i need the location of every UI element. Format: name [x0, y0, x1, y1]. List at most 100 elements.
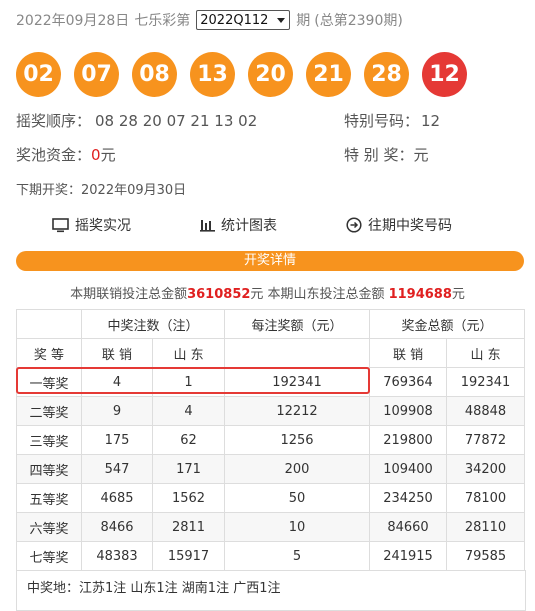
prize-level: 三等奖: [16, 425, 82, 455]
table-row: 二等奖 9 4 12212 109908 48848: [16, 396, 526, 426]
live-draw-label: 摇奖实况: [75, 218, 131, 234]
special-prize-label: 特 别 奖：: [344, 146, 414, 164]
header-shandong-total: 山 东: [446, 338, 526, 368]
union-total: 219800: [369, 425, 448, 455]
per-prize: 10: [224, 512, 371, 542]
header-union-total: 联 销: [369, 338, 448, 368]
per-prize: 50: [224, 483, 371, 513]
table-row: 六等奖 8466 2811 10 84660 28110: [16, 512, 526, 542]
header-per-blank: [224, 338, 371, 368]
monitor-icon: [52, 217, 69, 233]
prize-level: 五等奖: [16, 483, 82, 513]
number-ball: 28: [364, 52, 409, 97]
prize-level: 六等奖: [16, 512, 82, 542]
prize-level: 四等奖: [16, 454, 82, 484]
header-shandong-count: 山 东: [151, 338, 226, 368]
bar-chart-icon: [200, 218, 215, 232]
special-number-label: 特别号码：: [344, 112, 420, 130]
header-per-prize: 每注奖额（元）: [224, 309, 371, 339]
shandong-winners: 1562: [151, 483, 226, 513]
header-level: 奖 等: [16, 338, 82, 368]
per-prize: 200: [224, 454, 371, 484]
union-winners: 9: [81, 396, 153, 426]
quick-links: 摇奖实况 统计图表 往期中奖号码: [0, 215, 535, 235]
number-ball: 08: [132, 52, 177, 97]
union-total: 769364: [369, 367, 448, 397]
header-total-prize: 奖金总额（元）: [369, 309, 526, 339]
next-draw: 下期开奖：2022年09月30日: [16, 179, 186, 198]
prize-pool: 奖池资金：0元: [16, 144, 116, 165]
issue-select[interactable]: 2022Q112: [196, 10, 291, 30]
history-link[interactable]: 往期中奖号码: [346, 215, 452, 235]
union-winners: 4685: [81, 483, 153, 513]
per-prize: 12212: [224, 396, 371, 426]
chevron-down-icon: [277, 17, 286, 23]
union-total: 241915: [369, 541, 448, 571]
next-draw-label: 下期开奖：: [16, 183, 82, 198]
shandong-winners: 171: [151, 454, 226, 484]
first-prize-highlight: [16, 367, 370, 394]
shandong-sales-unit: 元: [451, 287, 465, 302]
winning-locations: 中奖地：江苏1注 山东1注 湖南1注 广西1注: [16, 570, 526, 611]
winning-numbers: 02 07 08 13 20 21 28 12: [16, 52, 480, 97]
per-prize: 1256: [224, 425, 371, 455]
header-union-count: 联 销: [81, 338, 153, 368]
special-number: 特别号码： 12: [344, 110, 440, 131]
number-ball: 21: [306, 52, 351, 97]
history-label: 往期中奖号码: [368, 218, 452, 234]
prize-pool-unit: 元: [100, 146, 116, 164]
prize-pool-value: 0: [91, 146, 101, 164]
draw-order-label: 摇奖顺序：: [16, 112, 92, 130]
draw-order: 摇奖顺序： 08 28 20 07 21 13 02: [16, 110, 257, 131]
shandong-total: 34200: [446, 454, 526, 484]
arrow-circle-icon: [346, 217, 362, 233]
table-row: 四等奖 547 171 200 109400 34200: [16, 454, 526, 484]
next-draw-value: 2022年09月30日: [81, 183, 187, 198]
shandong-total: 77872: [446, 425, 526, 455]
special-ball: 12: [422, 52, 467, 97]
union-total: 234250: [369, 483, 448, 513]
winning-locations-text: 中奖地：江苏1注 山东1注 湖南1注 广西1注: [27, 581, 281, 596]
stats-chart-link[interactable]: 统计图表: [200, 215, 277, 235]
shandong-total: 28110: [446, 512, 526, 542]
header-winners: 中奖注数（注）: [80, 309, 226, 339]
special-prize-unit: 元: [413, 146, 429, 164]
union-winners: 175: [81, 425, 153, 455]
shandong-sales-value: 1194688: [388, 287, 452, 302]
sales-totals: 本期联销投注总金额3610852元 本期山东投注总金额 1194688元: [0, 283, 535, 302]
shandong-total: 78100: [446, 483, 526, 513]
number-ball: 07: [74, 52, 119, 97]
total-issue: (总第2390期): [314, 13, 403, 29]
number-ball: 02: [16, 52, 61, 97]
special-prize: 特 别 奖：元: [344, 144, 429, 165]
special-number-value: 12: [421, 112, 441, 130]
shandong-total: 192341: [446, 367, 526, 397]
shandong-total: 79585: [446, 541, 526, 571]
shandong-total: 48848: [446, 396, 526, 426]
table-row: 五等奖 4685 1562 50 234250 78100: [16, 483, 526, 513]
prize-pool-label: 奖池资金：: [16, 146, 92, 164]
prize-level: 二等奖: [16, 396, 82, 426]
union-total: 84660: [369, 512, 448, 542]
draw-details-bar[interactable]: 开奖详情: [16, 251, 524, 271]
live-draw-link[interactable]: 摇奖实况: [52, 215, 131, 235]
shandong-sales-label: 元 本期山东投注总金额: [250, 287, 385, 302]
prize-level: 七等奖: [16, 541, 82, 571]
per-prize: 5: [224, 541, 371, 571]
union-total: 109908: [369, 396, 448, 426]
shandong-winners: 4: [151, 396, 226, 426]
header-blank: [16, 309, 82, 339]
draw-header: 2022年09月28日 七乐彩第 2022Q112 期 (总第2390期): [16, 10, 403, 30]
prize-table: 中奖注数（注） 每注奖额（元） 奖金总额（元） 奖 等 联 销 山 东 联 销 …: [16, 309, 526, 571]
table-row: 七等奖 48383 15917 5 241915 79585: [16, 541, 526, 571]
shandong-winners: 2811: [151, 512, 226, 542]
union-winners: 8466: [81, 512, 153, 542]
union-sales-label: 本期联销投注总金额: [70, 287, 188, 302]
issue-suffix: 期: [296, 13, 311, 29]
stats-chart-label: 统计图表: [221, 218, 277, 234]
number-ball: 20: [248, 52, 293, 97]
draw-order-value: 08 28 20 07 21 13 02: [95, 112, 258, 130]
draw-date: 2022年09月28日: [16, 13, 130, 29]
union-winners: 48383: [81, 541, 153, 571]
union-total: 109400: [369, 454, 448, 484]
